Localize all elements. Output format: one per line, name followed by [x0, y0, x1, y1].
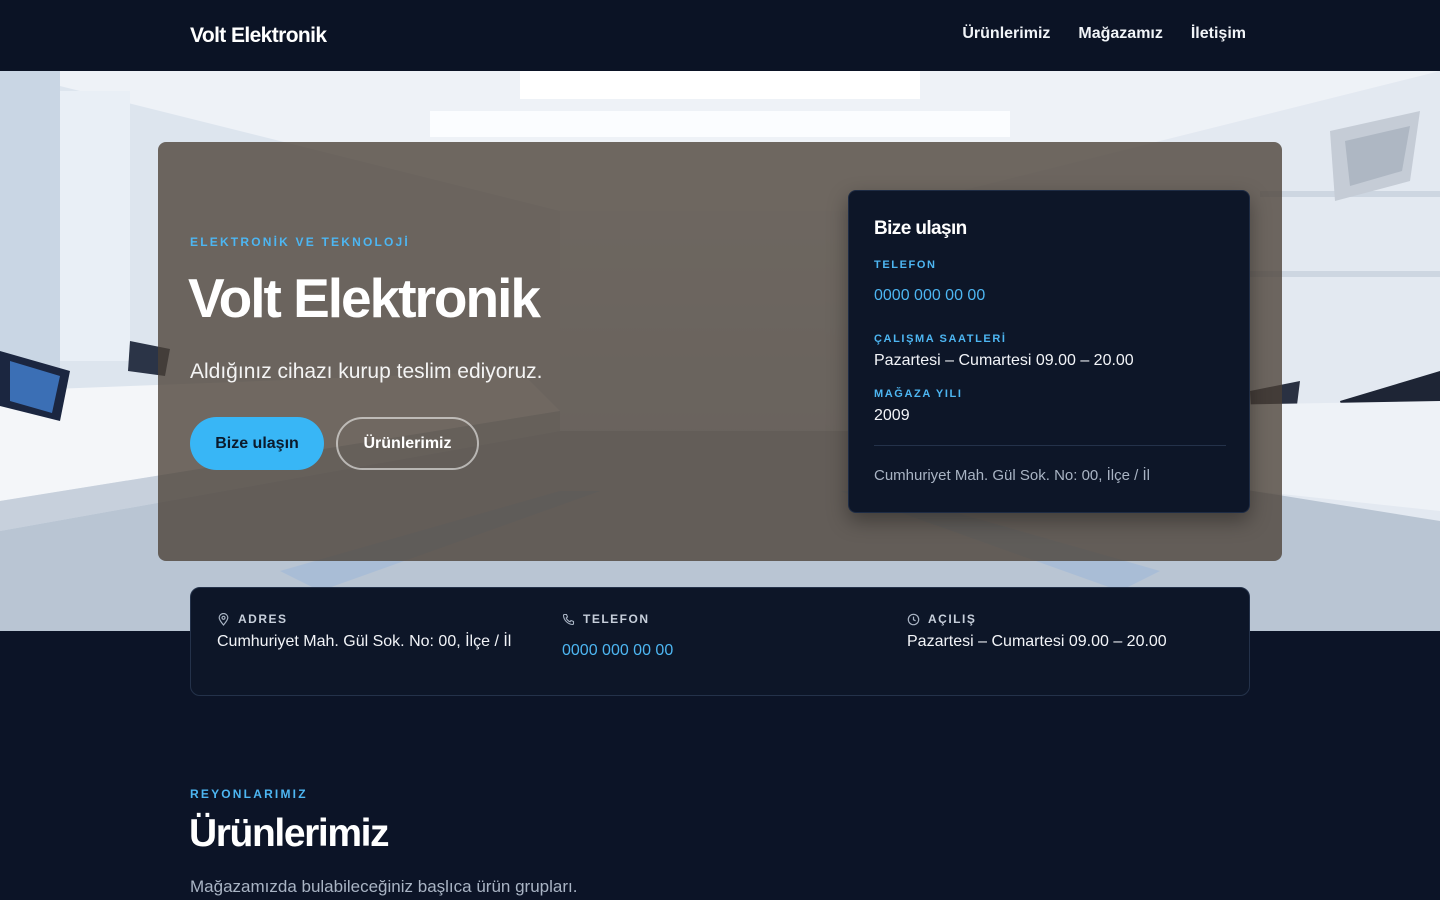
- info-phone-column: TELEFON 0000 000 00 00: [562, 612, 673, 660]
- info-hours-column: AÇILIŞ Pazartesi – Cumartesi 09.00 – 20.…: [907, 612, 1167, 651]
- map-pin-icon: [217, 612, 230, 626]
- contact-hours-value: Pazartesi – Cumartesi 09.00 – 20.00: [874, 352, 1134, 369]
- contact-card-title: Bize ulaşın: [874, 218, 967, 239]
- products-title: Ürünlerimiz: [189, 812, 390, 855]
- contact-address: Cumhuriyet Mah. Gül Sok. No: 00, İlçe / …: [874, 467, 1150, 484]
- products-subtitle: Mağazamızda bulabileceğiniz başlıca ürün…: [190, 877, 578, 896]
- brand-logo[interactable]: Volt Elektronik: [190, 24, 327, 48]
- products-button[interactable]: Ürünlerimiz: [336, 417, 479, 470]
- contact-us-button[interactable]: Bize ulaşın: [190, 417, 324, 470]
- contact-card-divider: [874, 445, 1226, 446]
- contact-year-label: MAĞAZA YILI: [874, 388, 963, 400]
- hero-subtitle: Aldığınız cihazı kurup teslim ediyoruz.: [190, 360, 543, 383]
- info-address-value: Cumhuriyet Mah. Gül Sok. No: 00, İlçe / …: [217, 633, 512, 650]
- nav-link-contact[interactable]: İletişim: [1191, 25, 1246, 43]
- contact-year-value: 2009: [874, 407, 910, 424]
- info-address-label: ADRES: [238, 612, 288, 626]
- hero-eyebrow: ELEKTRONİK VE TEKNOLOJİ: [190, 235, 410, 249]
- hero-title: Volt Elektronik: [188, 267, 541, 329]
- info-address-column: ADRES Cumhuriyet Mah. Gül Sok. No: 00, İ…: [217, 612, 511, 651]
- info-phone-label: TELEFON: [583, 612, 650, 626]
- info-hours-value: Pazartesi – Cumartesi 09.00 – 20.00: [907, 633, 1167, 650]
- clock-icon: [907, 613, 920, 626]
- info-strip: ADRES Cumhuriyet Mah. Gül Sok. No: 00, İ…: [190, 587, 1250, 696]
- products-eyebrow: REYONLARIMIZ: [190, 787, 308, 801]
- contact-phone-label: TELEFON: [874, 259, 937, 271]
- nav-links: Ürünlerimiz Mağazamız İletişim: [962, 25, 1246, 43]
- nav-link-products[interactable]: Ürünlerimiz: [962, 25, 1050, 43]
- contact-hours-label: ÇALIŞMA SAATLERİ: [874, 333, 1007, 345]
- contact-phone-link[interactable]: 0000 000 00 00: [874, 287, 985, 305]
- info-phone-link[interactable]: 0000 000 00 00: [562, 642, 673, 660]
- phone-icon: [562, 613, 575, 626]
- info-hours-label: AÇILIŞ: [928, 612, 977, 626]
- top-navbar: Volt Elektronik Ürünlerimiz Mağazamız İl…: [0, 0, 1440, 71]
- contact-card: Bize ulaşın TELEFON 0000 000 00 00 ÇALIŞ…: [848, 190, 1250, 513]
- nav-link-store[interactable]: Mağazamız: [1078, 25, 1162, 43]
